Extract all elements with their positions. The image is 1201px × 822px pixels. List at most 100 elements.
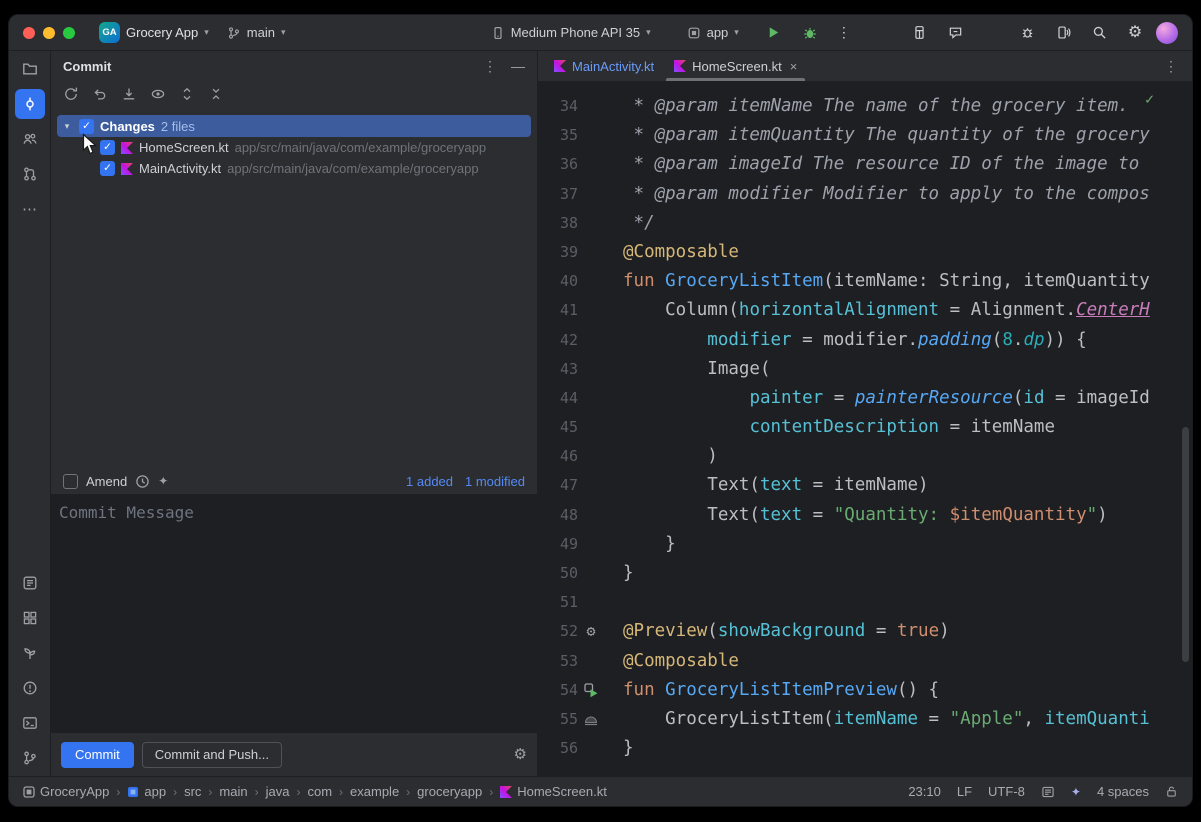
lock-icon[interactable] bbox=[1165, 785, 1178, 798]
breadcrumb-item[interactable]: main bbox=[219, 784, 247, 799]
code-line[interactable]: 46 ) bbox=[538, 442, 1192, 471]
profile-avatar[interactable] bbox=[1156, 22, 1178, 44]
device-selector[interactable]: Medium Phone API 35 ▾ bbox=[485, 22, 657, 43]
ai-status-icon[interactable]: ✦ bbox=[1071, 786, 1081, 798]
tab-options-kebab-icon[interactable]: ⋮ bbox=[1150, 59, 1192, 73]
breadcrumb-item[interactable]: java bbox=[266, 784, 290, 799]
encoding[interactable]: UTF-8 bbox=[988, 784, 1025, 799]
project-tool-icon[interactable] bbox=[15, 54, 45, 84]
commit-history-icon[interactable] bbox=[135, 474, 150, 489]
changed-file-row[interactable]: ✓HomeScreen.ktapp/src/main/java/com/exam… bbox=[57, 137, 531, 158]
breadcrumb-item[interactable]: HomeScreen.kt bbox=[500, 784, 607, 799]
editor-tab[interactable]: HomeScreen.kt× bbox=[664, 51, 807, 81]
editor-body[interactable]: 34 * @param itemName The name of the gro… bbox=[538, 81, 1192, 776]
changes-root-row[interactable]: ▾ ✓ Changes 2 files bbox=[57, 115, 531, 137]
editor-tab[interactable]: MainActivity.kt bbox=[544, 51, 664, 81]
panel-options-kebab-icon[interactable]: ⋮ bbox=[483, 59, 497, 73]
breadcrumb-item[interactable]: example bbox=[350, 784, 399, 799]
rollback-icon[interactable] bbox=[92, 86, 108, 102]
device-streaming-icon[interactable] bbox=[1048, 19, 1078, 47]
pull-requests-tool-icon[interactable] bbox=[15, 159, 45, 189]
code-line[interactable]: 37 * @param modifier Modifier to apply t… bbox=[538, 180, 1192, 209]
code-line[interactable]: 40fun GroceryListItem(itemName: String, … bbox=[538, 267, 1192, 296]
branch-selector[interactable]: main ▾ bbox=[221, 22, 292, 43]
line-ending[interactable]: LF bbox=[957, 784, 972, 799]
commit-message-input[interactable] bbox=[51, 495, 537, 732]
code-line[interactable]: 45 contentDescription = itemName bbox=[538, 413, 1192, 442]
amend-checkbox[interactable] bbox=[63, 474, 78, 489]
added-stat[interactable]: 1 added bbox=[406, 474, 453, 489]
code-line[interactable]: 42 modifier = modifier.padding(8.dp)) { bbox=[538, 326, 1192, 355]
code-line[interactable]: 52⚙@Preview(showBackground = true) bbox=[538, 617, 1192, 646]
run-config-selector[interactable]: app ▾ bbox=[681, 22, 745, 43]
code-line[interactable]: 36 * @param imageId The resource ID of t… bbox=[538, 150, 1192, 179]
problems-tool-icon[interactable] bbox=[15, 673, 45, 703]
run-button[interactable] bbox=[759, 19, 789, 47]
changes-checkbox[interactable]: ✓ bbox=[79, 119, 94, 134]
code-line[interactable]: 48 Text(text = "Quantity: $itemQuantity"… bbox=[538, 501, 1192, 530]
commit-settings-icon[interactable]: ⚙ bbox=[514, 747, 527, 762]
resource-manager-icon[interactable] bbox=[15, 603, 45, 633]
code-line[interactable]: 56} bbox=[538, 734, 1192, 763]
code-line[interactable]: 55 GroceryListItem(itemName = "Apple", i… bbox=[538, 705, 1192, 734]
commit-message-area[interactable] bbox=[51, 494, 537, 732]
file-checkbox[interactable]: ✓ bbox=[100, 140, 115, 155]
breadcrumb-item[interactable]: GroceryApp bbox=[23, 784, 109, 799]
todo-tool-icon[interactable] bbox=[15, 568, 45, 598]
editor-scrollbar[interactable] bbox=[1182, 427, 1189, 662]
code-line[interactable]: 51 bbox=[538, 588, 1192, 617]
ai-commit-message-icon[interactable]: ✦ bbox=[158, 475, 168, 487]
tab-close-icon[interactable]: × bbox=[790, 60, 798, 73]
file-checkbox[interactable]: ✓ bbox=[100, 161, 115, 176]
hide-panel-icon[interactable]: — bbox=[511, 59, 525, 73]
more-tool-windows-icon[interactable]: ⋯ bbox=[15, 194, 45, 224]
collapse-all-icon[interactable] bbox=[208, 86, 224, 102]
shelve-icon[interactable] bbox=[121, 86, 137, 102]
breadcrumb-item[interactable]: com bbox=[307, 784, 332, 799]
modified-stat[interactable]: 1 modified bbox=[465, 474, 525, 489]
breadcrumb-item[interactable]: groceryapp bbox=[417, 784, 482, 799]
code-line[interactable]: 34 * @param itemName The name of the gro… bbox=[538, 92, 1192, 121]
code-line[interactable]: 53@Composable bbox=[538, 647, 1192, 676]
settings-icon[interactable]: ⚙ bbox=[1120, 19, 1150, 47]
minimize-button[interactable] bbox=[43, 27, 55, 39]
code-line[interactable]: 49 } bbox=[538, 530, 1192, 559]
project-selector[interactable]: GA Grocery App ▾ bbox=[93, 19, 215, 46]
code-line[interactable]: 50} bbox=[538, 559, 1192, 588]
breadcrumb-item[interactable]: app bbox=[127, 784, 166, 799]
code-line[interactable]: 43 Image( bbox=[538, 355, 1192, 384]
commit-tool-icon[interactable] bbox=[15, 89, 45, 119]
search-icon[interactable] bbox=[1084, 19, 1114, 47]
preview-icon[interactable] bbox=[584, 713, 598, 727]
preview-diff-icon[interactable] bbox=[150, 86, 166, 102]
logcat-icon[interactable] bbox=[976, 19, 1006, 47]
code-line[interactable]: 39@Composable bbox=[538, 238, 1192, 267]
caret-position[interactable]: 23:10 bbox=[908, 784, 941, 799]
version-control-tool-icon[interactable] bbox=[15, 743, 45, 773]
breadcrumb-item[interactable]: src bbox=[184, 784, 201, 799]
run-options-kebab-icon[interactable]: ⋮ bbox=[831, 24, 857, 41]
code-line[interactable]: 47 Text(text = itemName) bbox=[538, 471, 1192, 500]
code-line[interactable]: 38 */ bbox=[538, 209, 1192, 238]
close-button[interactable] bbox=[23, 27, 35, 39]
layout-inspector-icon[interactable] bbox=[904, 19, 934, 47]
inspection-ok-icon[interactable]: ✓ bbox=[1145, 85, 1154, 114]
app-quality-insights-icon[interactable] bbox=[1012, 19, 1042, 47]
run-preview-icon[interactable] bbox=[584, 683, 599, 698]
commit-button[interactable]: Commit bbox=[61, 742, 134, 768]
zoom-button[interactable] bbox=[63, 27, 75, 39]
reader-mode-icon[interactable] bbox=[1041, 785, 1055, 799]
chevron-down-icon[interactable]: ▾ bbox=[61, 121, 73, 132]
users-tool-icon[interactable] bbox=[15, 124, 45, 154]
commit-and-push-button[interactable]: Commit and Push... bbox=[142, 742, 282, 768]
app-inspection-icon[interactable] bbox=[15, 638, 45, 668]
terminal-tool-icon[interactable] bbox=[15, 708, 45, 738]
code-line[interactable]: 35 * @param itemQuantity The quantity of… bbox=[538, 121, 1192, 150]
code-line[interactable]: 44 painter = painterResource(id = imageI… bbox=[538, 384, 1192, 413]
expand-all-icon[interactable] bbox=[179, 86, 195, 102]
code-line[interactable]: 41 Column(horizontalAlignment = Alignmen… bbox=[538, 296, 1192, 325]
ai-assistant-icon[interactable] bbox=[940, 19, 970, 47]
refresh-icon[interactable] bbox=[63, 86, 79, 102]
indent-widget[interactable]: 4 spaces bbox=[1097, 784, 1149, 799]
code-line[interactable]: 54fun GroceryListItemPreview() { bbox=[538, 676, 1192, 705]
